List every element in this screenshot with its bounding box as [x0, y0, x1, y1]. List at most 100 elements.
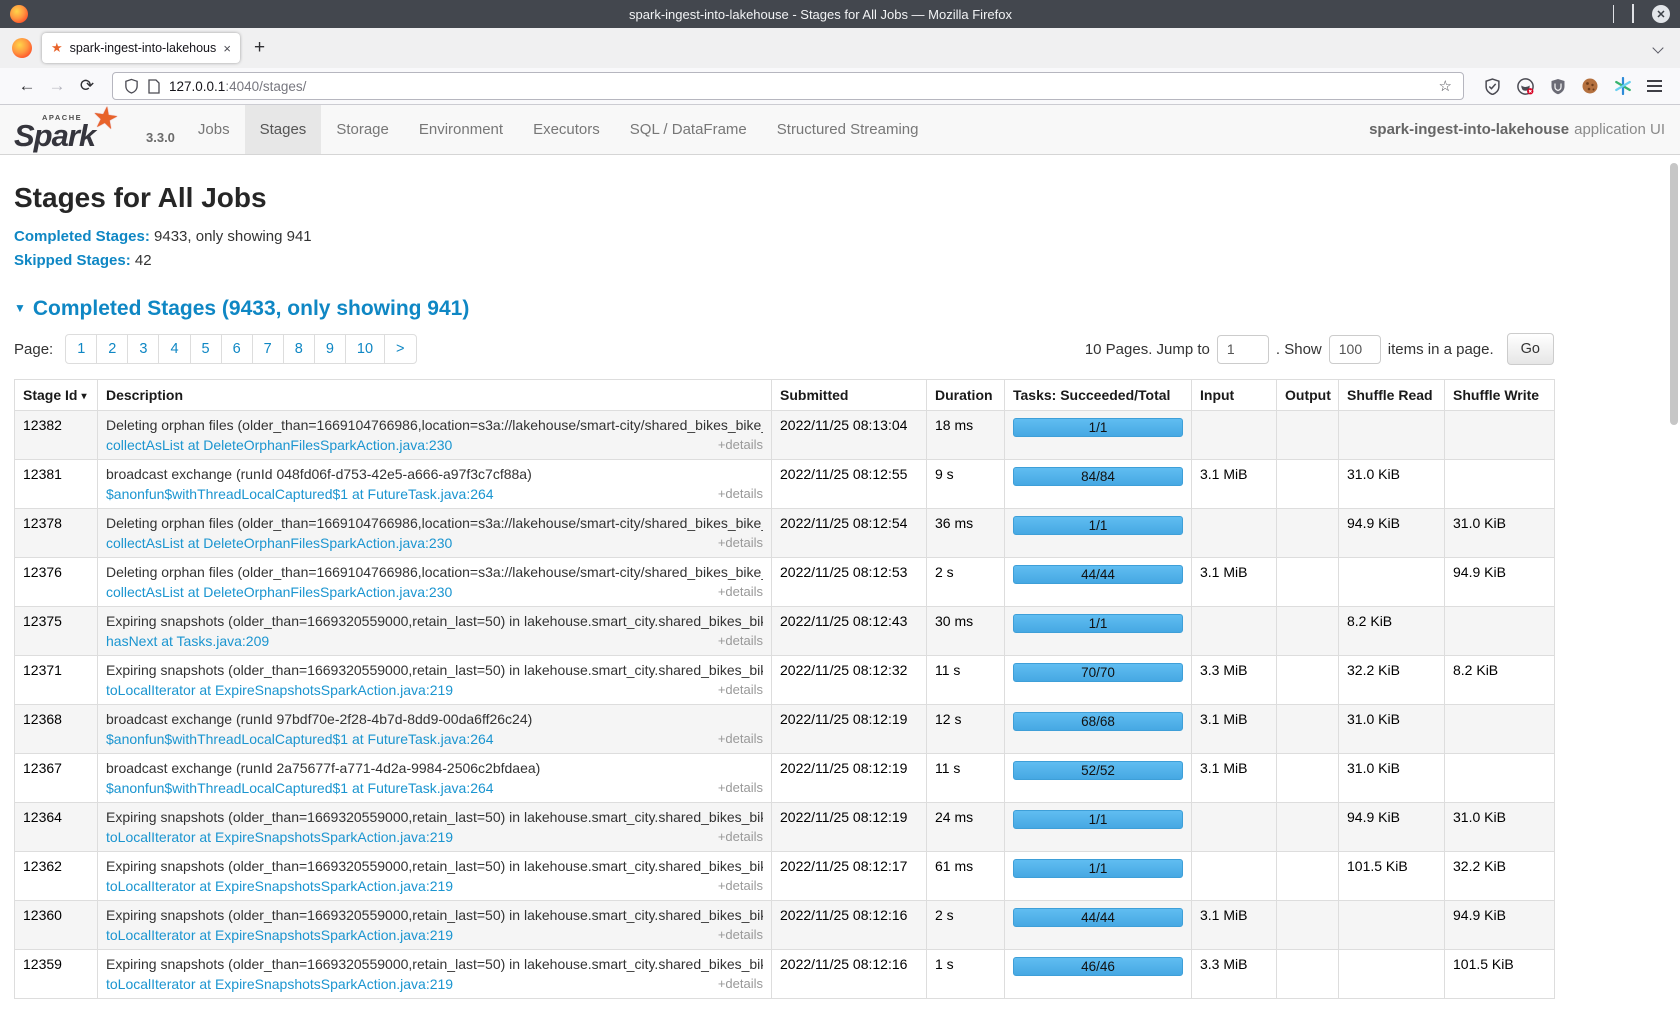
nav-item-structured-streaming[interactable]: Structured Streaming — [762, 105, 934, 154]
stage-detail-link[interactable]: $anonfun$withThreadLocalCaptured$1 at Fu… — [106, 486, 494, 502]
page-button-1[interactable]: 1 — [65, 334, 97, 364]
stage-row-12367: 12367broadcast exchange (runId 2a75677f-… — [15, 754, 1555, 803]
tasks-progress-bar: 1/1 — [1013, 810, 1183, 829]
stage-row-12359: 12359Expiring snapshots (older_than=1669… — [15, 950, 1555, 999]
details-toggle[interactable]: +details — [718, 584, 763, 600]
jump-to-page-input[interactable] — [1217, 335, 1269, 364]
firefox-logo-icon — [10, 5, 28, 23]
shuffle-read-cell: 94.9 KiB — [1339, 509, 1445, 558]
stage-id-cell: 12367 — [15, 754, 98, 803]
stage-row-12360: 12360Expiring snapshots (older_than=1669… — [15, 901, 1555, 950]
menu-icon[interactable] — [1647, 77, 1662, 95]
details-toggle[interactable]: +details — [718, 731, 763, 747]
duration-cell: 12 s — [927, 705, 1005, 754]
input-cell: 3.1 MiB — [1192, 558, 1277, 607]
spark-logo[interactable]: APACHE Spark ★ — [14, 105, 132, 154]
details-toggle[interactable]: +details — [718, 486, 763, 502]
stage-detail-link[interactable]: toLocalIterator at ExpireSnapshotsSparkA… — [106, 927, 453, 943]
details-toggle[interactable]: +details — [718, 927, 763, 943]
next-page-button[interactable]: > — [384, 334, 416, 364]
column-header-output[interactable]: Output — [1277, 380, 1339, 411]
url-bar[interactable]: 127.0.0.1:4040/stages/ ☆ — [112, 72, 1464, 100]
list-all-tabs-button[interactable] — [1654, 39, 1670, 57]
output-cell — [1277, 950, 1339, 999]
column-header-duration[interactable]: Duration — [927, 380, 1005, 411]
extension-shield-check-icon[interactable] — [1484, 78, 1501, 95]
back-button[interactable]: ← — [12, 76, 42, 96]
extension-ublock-shield-icon[interactable] — [1550, 78, 1566, 95]
stage-detail-link[interactable]: $anonfun$withThreadLocalCaptured$1 at Fu… — [106, 780, 494, 796]
details-toggle[interactable]: +details — [718, 535, 763, 551]
shuffle-write-cell: 94.9 KiB — [1445, 901, 1555, 950]
scrollbar-thumb[interactable] — [1670, 163, 1678, 425]
new-tab-button[interactable]: + — [240, 37, 279, 59]
page-button-2[interactable]: 2 — [96, 334, 128, 364]
stage-detail-link[interactable]: hasNext at Tasks.java:209 — [106, 633, 269, 649]
details-toggle[interactable]: +details — [718, 682, 763, 698]
stage-detail-link[interactable]: toLocalIterator at ExpireSnapshotsSparkA… — [106, 829, 453, 845]
stage-detail-link[interactable]: toLocalIterator at ExpireSnapshotsSparkA… — [106, 878, 453, 894]
url-text[interactable]: 127.0.0.1:4040/stages/ — [169, 79, 306, 94]
browser-tab[interactable]: ★ spark-ingest-into-lakehous × — [42, 33, 240, 63]
page-button-7[interactable]: 7 — [252, 334, 284, 364]
stage-detail-link[interactable]: collectAsList at DeleteOrphanFilesSparkA… — [106, 535, 452, 551]
description-cell: Expiring snapshots (older_than=166932055… — [98, 901, 772, 950]
nav-item-jobs[interactable]: Jobs — [183, 105, 245, 154]
column-header-tasks-succeeded-total[interactable]: Tasks: Succeeded/Total — [1005, 380, 1192, 411]
shuffle-read-cell: 101.5 KiB — [1339, 852, 1445, 901]
completed-stages-section-header[interactable]: ▼Completed Stages (9433, only showing 94… — [14, 297, 1666, 321]
page-button-5[interactable]: 5 — [190, 334, 222, 364]
column-header-shuffle-write[interactable]: Shuffle Write — [1445, 380, 1555, 411]
stage-detail-link[interactable]: toLocalIterator at ExpireSnapshotsSparkA… — [106, 682, 453, 698]
page-button-6[interactable]: 6 — [221, 334, 253, 364]
tracking-protection-shield-icon[interactable] — [124, 78, 139, 94]
page-button-8[interactable]: 8 — [283, 334, 315, 364]
stage-description: Deleting orphan files (older_than=166910… — [106, 515, 763, 531]
page-info-icon[interactable] — [148, 79, 160, 94]
apache-label: APACHE — [42, 113, 82, 122]
spark-favicon-icon: ★ — [51, 40, 63, 56]
extension-cookie-icon[interactable] — [1581, 77, 1599, 95]
nav-item-environment[interactable]: Environment — [404, 105, 518, 154]
firefox-view-icon[interactable] — [12, 38, 32, 58]
page-button-10[interactable]: 10 — [345, 334, 385, 364]
details-toggle[interactable]: +details — [718, 829, 763, 845]
bookmark-star-icon[interactable]: ☆ — [1439, 77, 1452, 95]
page-button-4[interactable]: 4 — [158, 334, 190, 364]
column-header-stage-id[interactable]: Stage Id▾ — [15, 380, 98, 411]
details-toggle[interactable]: +details — [718, 633, 763, 649]
forward-button[interactable]: → — [42, 76, 72, 96]
reload-button[interactable]: ⟳ — [72, 76, 102, 96]
details-toggle[interactable]: +details — [718, 780, 763, 796]
page-button-9[interactable]: 9 — [314, 334, 346, 364]
stage-detail-link[interactable]: collectAsList at DeleteOrphanFilesSparkA… — [106, 584, 452, 600]
page-button-3[interactable]: 3 — [127, 334, 159, 364]
stage-detail-link[interactable]: toLocalIterator at ExpireSnapshotsSparkA… — [106, 976, 453, 992]
column-header-description[interactable]: Description — [98, 380, 772, 411]
shuffle-write-cell — [1445, 607, 1555, 656]
details-toggle[interactable]: +details — [718, 878, 763, 894]
nav-item-sql-dataframe[interactable]: SQL / DataFrame — [615, 105, 762, 154]
column-header-shuffle-read[interactable]: Shuffle Read — [1339, 380, 1445, 411]
extension-colorful-asterisk-icon[interactable] — [1614, 77, 1632, 95]
stage-detail-link[interactable]: $anonfun$withThreadLocalCaptured$1 at Fu… — [106, 731, 494, 747]
shuffle-write-cell — [1445, 754, 1555, 803]
details-toggle[interactable]: +details — [718, 437, 763, 453]
tab-close-icon[interactable]: × — [223, 41, 231, 56]
shuffle-read-cell: 31.0 KiB — [1339, 754, 1445, 803]
nav-item-storage[interactable]: Storage — [321, 105, 404, 154]
stage-detail-link[interactable]: collectAsList at DeleteOrphanFilesSparkA… — [106, 437, 452, 453]
duration-cell: 24 ms — [927, 803, 1005, 852]
column-header-submitted[interactable]: Submitted — [772, 380, 927, 411]
window-maximize-button[interactable] — [1632, 5, 1634, 23]
column-header-input[interactable]: Input — [1192, 380, 1277, 411]
nav-item-executors[interactable]: Executors — [518, 105, 615, 154]
input-cell — [1192, 411, 1277, 460]
nav-item-stages[interactable]: Stages — [245, 105, 322, 154]
extension-mask-icon[interactable] — [1516, 77, 1535, 96]
window-minimize-button[interactable] — [1613, 5, 1614, 23]
details-toggle[interactable]: +details — [718, 976, 763, 992]
items-per-page-input[interactable] — [1329, 335, 1381, 364]
window-close-button[interactable]: ✕ — [1652, 5, 1670, 23]
go-button[interactable]: Go — [1507, 333, 1554, 365]
